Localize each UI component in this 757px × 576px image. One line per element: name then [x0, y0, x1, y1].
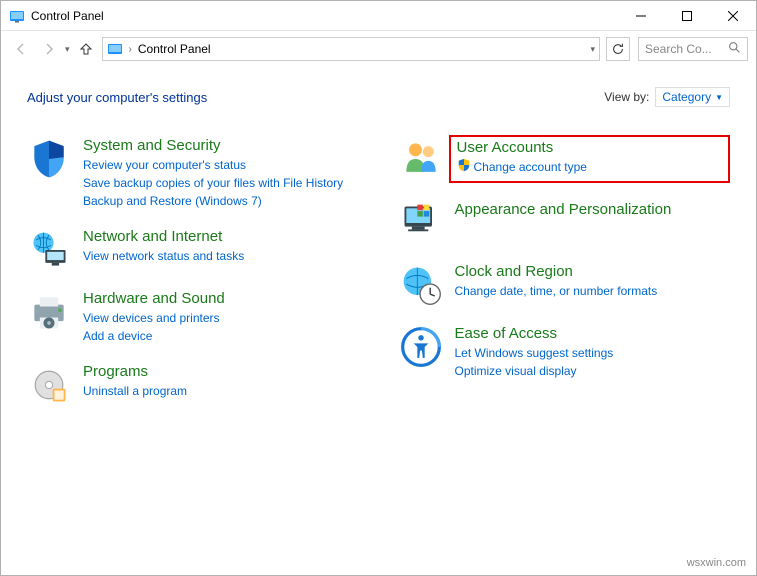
navigation-bar: ▾ › Control Panel ▾ Search Co...: [1, 31, 756, 67]
category-hardware-sound: Hardware and Sound View devices and prin…: [27, 290, 359, 345]
view-by-dropdown[interactable]: Category ▼: [655, 87, 730, 107]
minimize-button[interactable]: [618, 1, 664, 30]
category-appearance-personalization: Appearance and Personalization: [399, 201, 731, 245]
uac-shield-icon: [457, 158, 471, 177]
change-account-type-link[interactable]: Change account type: [457, 158, 723, 177]
search-icon: [728, 41, 741, 57]
category-link[interactable]: Save backup copies of your files with Fi…: [83, 174, 359, 192]
category-link[interactable]: Optimize visual display: [455, 362, 731, 380]
category-title[interactable]: Appearance and Personalization: [455, 201, 731, 218]
category-title[interactable]: Ease of Access: [455, 325, 731, 342]
search-input[interactable]: Search Co...: [638, 37, 748, 61]
title-bar: Control Panel: [1, 1, 756, 31]
category-title[interactable]: Network and Internet: [83, 228, 359, 245]
category-user-accounts: User Accounts Change account type: [399, 137, 731, 183]
category-title[interactable]: System and Security: [83, 137, 359, 154]
ease-of-access-icon: [399, 325, 443, 369]
category-title[interactable]: User Accounts: [457, 139, 723, 156]
categories-grid: System and Security Review your computer…: [27, 137, 730, 407]
content-header: Adjust your computer's settings View by:…: [27, 87, 730, 107]
category-title[interactable]: Programs: [83, 363, 359, 380]
appearance-icon: [399, 201, 443, 245]
maximize-button[interactable]: [664, 1, 710, 30]
category-link[interactable]: Backup and Restore (Windows 7): [83, 192, 359, 210]
category-network-internet: Network and Internet View network status…: [27, 228, 359, 272]
category-link[interactable]: Uninstall a program: [83, 382, 359, 400]
window-controls: [618, 1, 756, 30]
view-by-label: View by:: [604, 90, 649, 104]
window-title: Control Panel: [31, 9, 618, 23]
highlighted-section: User Accounts Change account type: [449, 135, 731, 183]
content-area: Adjust your computer's settings View by:…: [1, 67, 756, 427]
search-placeholder: Search Co...: [645, 42, 724, 56]
address-bar[interactable]: › Control Panel ▾: [102, 37, 600, 61]
category-link[interactable]: View network status and tasks: [83, 247, 359, 265]
view-by-selector: View by: Category ▼: [604, 87, 730, 107]
category-link[interactable]: Let Windows suggest settings: [455, 344, 731, 362]
category-link[interactable]: Change date, time, or number formats: [455, 282, 731, 300]
clock-globe-icon: [399, 263, 443, 307]
forward-button[interactable]: [37, 37, 61, 61]
category-link[interactable]: Add a device: [83, 327, 359, 345]
close-button[interactable]: [710, 1, 756, 30]
up-button[interactable]: [74, 37, 98, 61]
chevron-down-icon: ▼: [715, 93, 723, 102]
right-column: User Accounts Change account type Appea: [399, 137, 731, 407]
chevron-right-icon[interactable]: ›: [129, 44, 132, 55]
programs-icon: [27, 363, 71, 407]
printer-icon: [27, 290, 71, 334]
category-link[interactable]: Review your computer's status: [83, 156, 359, 174]
network-icon: [27, 228, 71, 272]
category-title[interactable]: Hardware and Sound: [83, 290, 359, 307]
back-button[interactable]: [9, 37, 33, 61]
refresh-button[interactable]: [606, 37, 630, 61]
shield-icon: [27, 137, 71, 181]
control-panel-icon: [107, 41, 123, 57]
recent-locations-dropdown[interactable]: ▾: [65, 44, 70, 55]
category-system-security: System and Security Review your computer…: [27, 137, 359, 210]
address-location: Control Panel: [138, 42, 585, 56]
watermark: wsxwin.com: [687, 557, 746, 569]
users-icon: [399, 137, 443, 181]
category-programs: Programs Uninstall a program: [27, 363, 359, 407]
category-ease-of-access: Ease of Access Let Windows suggest setti…: [399, 325, 731, 380]
view-by-value-text: Category: [662, 90, 711, 104]
category-link[interactable]: View devices and printers: [83, 309, 359, 327]
left-column: System and Security Review your computer…: [27, 137, 359, 407]
address-dropdown-icon[interactable]: ▾: [590, 44, 595, 55]
category-clock-region: Clock and Region Change date, time, or n…: [399, 263, 731, 307]
category-title[interactable]: Clock and Region: [455, 263, 731, 280]
control-panel-icon: [9, 8, 25, 24]
page-title: Adjust your computer's settings: [27, 90, 207, 105]
